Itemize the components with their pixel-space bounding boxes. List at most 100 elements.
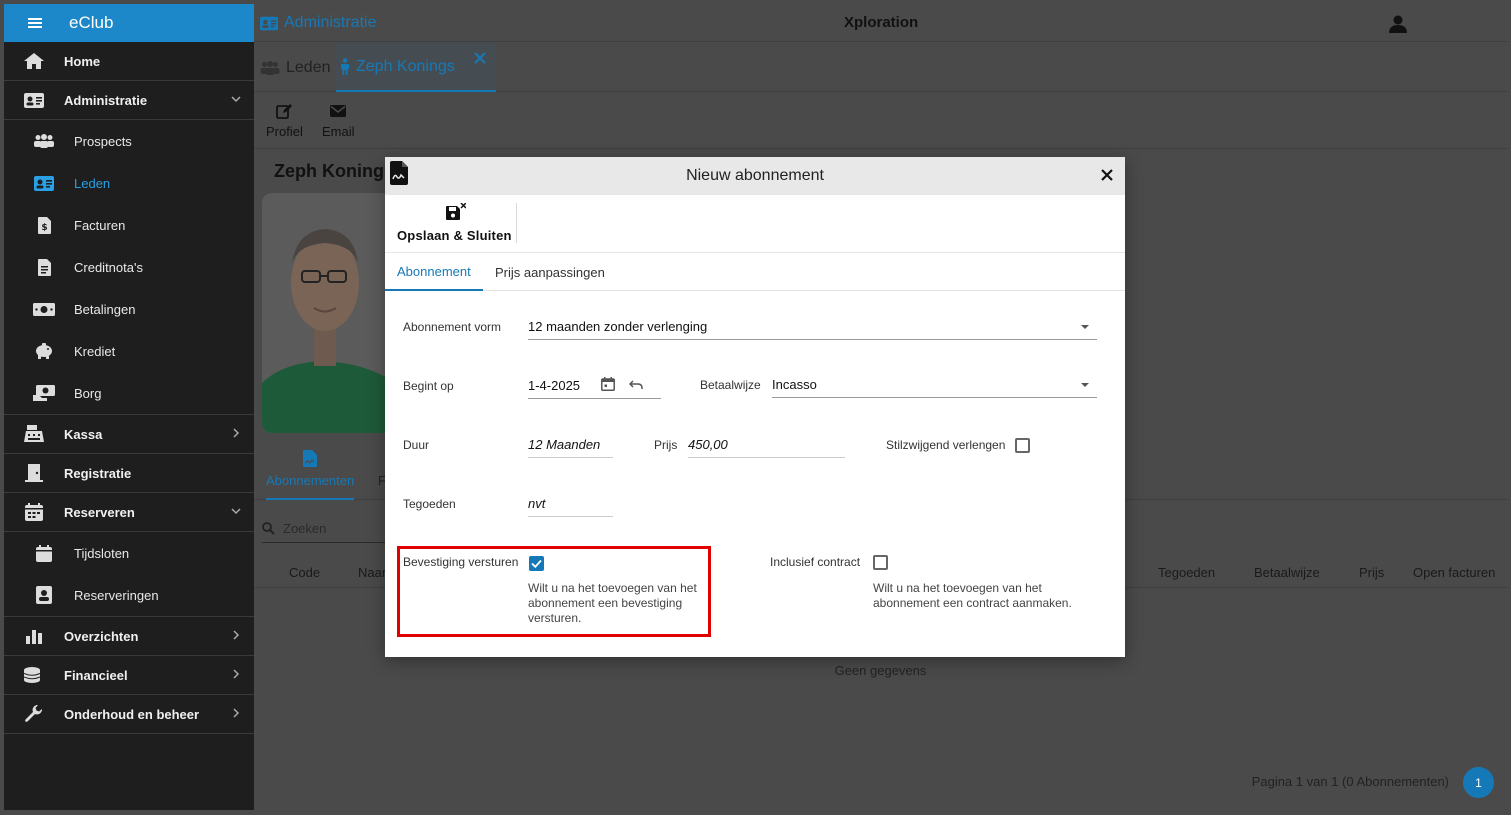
sidebar-item-prospects[interactable]: Prospects: [4, 120, 254, 162]
subtab-abonnementen[interactable]: Abonnementen: [266, 450, 355, 500]
highlight-box: [397, 546, 711, 637]
sidebar-item-creditnotas[interactable]: Creditnota's: [4, 246, 254, 288]
sidebar-item-tijdsloten[interactable]: Tijdsloten: [4, 532, 254, 574]
sidebar-item-reserveren[interactable]: Reserveren: [4, 493, 254, 532]
close-icon[interactable]: [1101, 169, 1113, 181]
bar-chart-icon: [23, 626, 45, 646]
new-subscription-dialog: Nieuw abonnement Opslaan & Sluiten Abonn…: [385, 157, 1125, 657]
breadcrumb[interactable]: Administratie: [260, 14, 376, 32]
sidebar-item-reserveringen[interactable]: Reserveringen: [4, 574, 254, 616]
sidebar-item-label: Tijdsloten: [74, 545, 130, 561]
brand-title: eClub: [69, 13, 114, 32]
page-button[interactable]: 1: [1463, 767, 1494, 798]
contract-icon: [303, 450, 318, 467]
sidebar-item-home[interactable]: Home: [4, 42, 254, 81]
save-and-close-button[interactable]: Opslaan & Sluiten: [397, 203, 512, 243]
stilzwijgend-verlengen-checkbox[interactable]: [1015, 438, 1030, 453]
sidebar-item-registratie[interactable]: Registratie: [4, 454, 254, 493]
button-label: Opslaan & Sluiten: [397, 228, 512, 243]
money-bill-icon: [33, 300, 55, 318]
id-card-icon: [260, 16, 278, 30]
column-header-code[interactable]: Code: [289, 565, 320, 580]
cash-register-icon: [23, 424, 45, 444]
hint-line: abonnement een contract aanmaken.: [873, 596, 1072, 610]
menu-icon[interactable]: [28, 18, 42, 28]
app-title: Xploration: [844, 14, 919, 31]
begint-op-date-input[interactable]: 1-4-2025: [528, 378, 661, 399]
column-header-tegoeden[interactable]: Tegoeden: [1158, 565, 1215, 580]
close-icon[interactable]: [474, 52, 486, 64]
dialog-tabs: Abonnement Prijs aanpassingen: [385, 253, 1125, 291]
top-bar: Administratie Xploration: [254, 4, 1507, 42]
hint-line: Wilt u na het toevoegen van het: [528, 581, 697, 595]
tab-prijs-aanpassingen[interactable]: Prijs aanpassingen: [495, 253, 605, 291]
user-icon[interactable]: [1389, 15, 1407, 33]
sidebar-item-financieel[interactable]: Financieel: [4, 656, 254, 695]
member-toolbar: Profiel Email: [254, 93, 1507, 149]
field-label-bevestiging-versturen: Bevestiging versturen: [403, 555, 519, 569]
sidebar: eClub Home Administratie Prospects Leden…: [4, 4, 254, 810]
column-header-betaalwijze[interactable]: Betaalwijze: [1254, 565, 1320, 580]
sidebar-item-krediet[interactable]: Krediet: [4, 330, 254, 372]
sidebar-item-leden[interactable]: Leden: [4, 162, 254, 204]
button-label: Profiel: [266, 124, 303, 139]
email-button[interactable]: Email: [322, 103, 355, 139]
sidebar-item-label: Prospects: [74, 133, 132, 149]
sidebar-item-label: Onderhoud en beheer: [64, 706, 200, 722]
input-value: 1-4-2025: [528, 378, 581, 393]
sidebar-item-facturen[interactable]: $ Facturen: [4, 204, 254, 246]
field-label-prijs: Prijs: [654, 438, 678, 452]
chevron-down-icon: [231, 96, 241, 103]
hint-line: abonnement een bevestiging: [528, 596, 683, 610]
id-card-icon: [23, 90, 45, 110]
calendar-icon: [23, 502, 45, 522]
edit-icon: [276, 104, 293, 119]
sidebar-header: eClub: [4, 4, 254, 42]
field-label-inclusief-contract: Inclusief contract: [770, 555, 861, 569]
sidebar-item-kassa[interactable]: Kassa: [4, 415, 254, 454]
sidebar-item-label: Borg: [74, 385, 102, 401]
tab-abonnement[interactable]: Abonnement: [385, 253, 483, 291]
sidebar-item-betalingen[interactable]: Betalingen: [4, 288, 254, 330]
tegoeden-value: nvt: [528, 496, 613, 517]
bevestiging-versturen-checkbox[interactable]: [529, 556, 544, 571]
chevron-down-icon: [231, 508, 241, 515]
page-tabs: Leden Zeph Konings: [254, 43, 1507, 92]
sidebar-item-label: Financieel: [64, 667, 128, 683]
sidebar-item-administratie[interactable]: Administratie: [4, 81, 254, 120]
field-label-tegoeden: Tegoeden: [403, 497, 456, 511]
sidebar-item-label: Home: [64, 53, 101, 69]
search-icon: [262, 522, 275, 535]
sidebar-item-label: Facturen: [74, 217, 126, 233]
prijs-value: 450,00: [688, 437, 845, 458]
field-label-abonnement-vorm: Abonnement vorm: [403, 320, 502, 334]
inclusief-contract-checkbox[interactable]: [873, 555, 888, 570]
chevron-right-icon: [233, 428, 240, 438]
hint-line: Wilt u na het toevoegen van het: [873, 581, 1042, 595]
sidebar-item-label: Kassa: [64, 426, 103, 442]
calendar-icon: [33, 544, 55, 562]
empty-state: Geen gegevens: [834, 663, 927, 678]
breadcrumb-label: Administratie: [284, 14, 377, 31]
column-header-open-facturen[interactable]: Open facturen: [1413, 565, 1495, 580]
profiel-button[interactable]: Profiel: [266, 103, 303, 139]
column-header-prijs[interactable]: Prijs: [1359, 565, 1384, 580]
sidebar-item-label: Creditnota's: [74, 259, 143, 275]
sidebar-item-label: Leden: [74, 175, 111, 191]
tab-member[interactable]: Zeph Konings: [336, 43, 496, 92]
dialog-title: Nieuw abonnement: [686, 167, 824, 184]
tab-leden[interactable]: Leden: [260, 43, 331, 92]
reserveren-submenu: Tijdsloten Reserveringen: [4, 532, 254, 617]
sidebar-item-overzichten[interactable]: Overzichten: [4, 617, 254, 656]
document-icon: [33, 258, 55, 276]
save-close-icon: [446, 203, 467, 220]
sidebar-item-borg[interactable]: Borg: [4, 372, 254, 414]
abonnement-vorm-select[interactable]: 12 maanden zonder verlenging: [528, 319, 1097, 340]
chevron-right-icon: [233, 630, 240, 640]
home-icon: [23, 51, 45, 71]
field-label-begint-op: Begint op: [403, 379, 454, 393]
hint-line: versturen.: [528, 611, 582, 625]
betaalwijze-select[interactable]: Incasso: [772, 377, 1097, 398]
sidebar-item-onderhoud[interactable]: Onderhoud en beheer: [4, 695, 254, 734]
search-field[interactable]: Zoeken: [262, 515, 387, 543]
